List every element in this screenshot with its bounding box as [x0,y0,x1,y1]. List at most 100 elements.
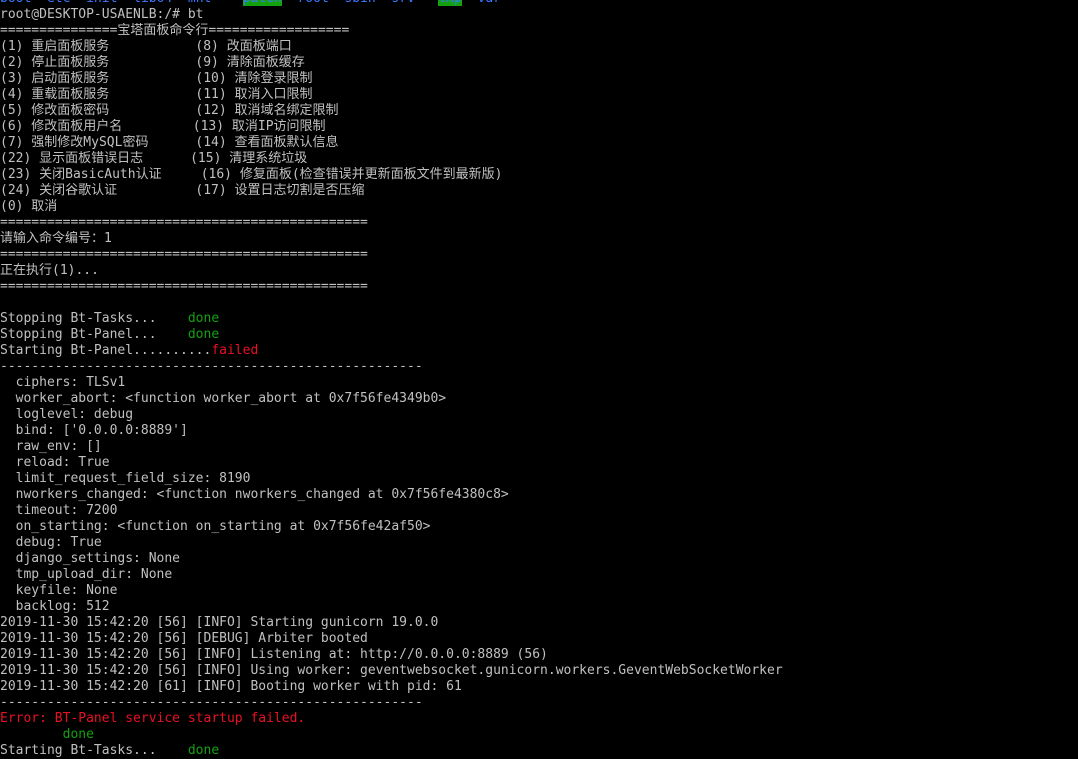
terminal-text: 2019-11-30 15:42:20 [61] [INFO] Booting … [0,679,462,694]
terminal-line: bind: ['0.0.0.0:8889'] [0,423,1078,439]
terminal-text: Starting Bt-Panel.......... [0,343,212,358]
terminal-text: patch [242,0,282,6]
terminal-line: (5) 修改面板密码 (12) 取消域名绑定限制 [0,103,1078,119]
terminal-line: (6) 修改面板用户名 (13) 取消IP访问限制 [0,119,1078,135]
terminal-line: Starting Bt-Tasks... done [0,743,1078,759]
terminal-line: 2019-11-30 15:42:20 [56] [DEBUG] Arbiter… [0,631,1078,647]
terminal-line: tmp_upload_dir: None [0,567,1078,583]
terminal-text: debug: True [0,535,102,550]
terminal-line: boot etc init lib64 mnt patch root sbin … [0,0,1078,7]
terminal-line: (22) 显示面板错误日志 (15) 清理系统垃圾 [0,151,1078,167]
terminal-line: keyfile: None [0,583,1078,599]
terminal-text: reload: True [0,455,110,470]
terminal-text: ========================================… [0,215,368,230]
terminal-text: ciphers: TLSv1 [0,375,126,390]
terminal-text: tmp [438,0,462,6]
terminal-line: debug: True [0,535,1078,551]
terminal-text: 2019-11-30 15:42:20 [56] [INFO] Starting… [0,615,439,630]
terminal-text: Stopping Bt-Tasks... [0,311,188,326]
terminal-line: loglevel: debug [0,407,1078,423]
terminal-text: (23) 关闭BasicAuth认证 (16) 修复面板(检查错误并更新面板文件… [0,167,503,182]
terminal-text: keyfile: None [0,583,118,598]
terminal-text: failed [211,343,259,358]
terminal-text: lib64 [133,0,188,6]
terminal-line: 2019-11-30 15:42:20 [56] [INFO] Listenin… [0,647,1078,663]
terminal-text: loglevel: debug [0,407,134,422]
terminal-line: (3) 启动面板服务 (10) 清除登录限制 [0,71,1078,87]
terminal-line: backlog: 512 [0,599,1078,615]
terminal-text: 2019-11-30 15:42:20 [56] [INFO] Using wo… [0,663,783,678]
terminal-line: ----------------------------------------… [0,695,1078,711]
terminal-text: (4) 重载面板服务 (11) 取消入口限制 [0,87,313,102]
terminal-text: 2019-11-30 15:42:20 [56] [DEBUG] Arbiter… [0,631,368,646]
terminal-text: root sbin srv [282,0,439,6]
terminal-line: done [0,727,1078,743]
terminal-line: (4) 重载面板服务 (11) 取消入口限制 [0,87,1078,103]
terminal-line: ========================================… [0,247,1078,263]
terminal-text: (3) 启动面板服务 (10) 清除登录限制 [0,71,313,86]
terminal-text: Stopping Bt-Panel... [0,327,188,342]
terminal-line: nworkers_changed: <function nworkers_cha… [0,487,1078,503]
terminal-line: ===============宝塔面板命令行================== [0,23,1078,39]
terminal-text: ========================================… [0,279,368,294]
terminal-text: django_settings: None [0,551,181,566]
terminal-line: 2019-11-30 15:42:20 [56] [INFO] Using wo… [0,663,1078,679]
terminal-text: (0) 取消 [0,199,58,214]
terminal-text: timeout: 7200 [0,503,118,518]
terminal-line: (24) 关闭谷歌认证 (17) 设置日志切割是否压缩 [0,183,1078,199]
terminal-line: Stopping Bt-Tasks... done [0,311,1078,327]
terminal-line: root@DESKTOP-USAENLB:/# bt [0,7,1078,23]
terminal-line: django_settings: None [0,551,1078,567]
terminal-text: 请输入命令编号：1 [0,231,112,246]
terminal-text: Error: BT-Panel service startup failed. [0,711,306,726]
terminal-line: timeout: 7200 [0,503,1078,519]
terminal-text: (6) 修改面板用户名 (13) 取消IP访问限制 [0,119,326,134]
terminal-text: worker_abort: <function worker_abort at … [0,391,447,406]
terminal-text: 2019-11-30 15:42:20 [56] [INFO] Listenin… [0,647,548,662]
terminal-text: limit_request_field_size: 8190 [0,471,251,486]
terminal-line: on_starting: <function on_starting at 0x… [0,519,1078,535]
terminal-line: Stopping Bt-Panel... done [0,327,1078,343]
terminal-window[interactable]: boot etc init lib64 mnt patch root sbin … [0,0,1078,759]
terminal-line: (2) 停止面板服务 (9) 清除面板缓存 [0,55,1078,71]
terminal-text: init [86,0,133,6]
terminal-line: (0) 取消 [0,199,1078,215]
terminal-text: 正在执行(1)... [0,263,99,278]
terminal-text: (1) 重启面板服务 (8) 改面板端口 [0,39,292,54]
terminal-text: done [187,311,220,326]
terminal-text: done [187,327,220,342]
terminal-text: ----------------------------------------… [0,359,423,374]
terminal-line: ----------------------------------------… [0,359,1078,375]
terminal-line: Starting Bt-Panel..........failed [0,343,1078,359]
terminal-text: (7) 强制修改MySQL密码 (14) 查看面板默认信息 [0,135,339,150]
terminal-text: on_starting: <function on_starting at 0x… [0,519,431,534]
terminal-text: raw_env: [] [0,439,102,454]
terminal-text: ========================================… [0,247,368,262]
terminal-line: 2019-11-30 15:42:20 [56] [INFO] Starting… [0,615,1078,631]
terminal-text: Starting Bt-Tasks... [0,743,188,758]
terminal-line: (7) 强制修改MySQL密码 (14) 查看面板默认信息 [0,135,1078,151]
terminal-line: ========================================… [0,215,1078,231]
terminal-text: bind: ['0.0.0.0:8889'] [0,423,188,438]
terminal-line: limit_request_field_size: 8190 [0,471,1078,487]
terminal-line: 正在执行(1)... [0,263,1078,279]
terminal-text: (2) 停止面板服务 (9) 清除面板缓存 [0,55,305,70]
terminal-line: 2019-11-30 15:42:20 [61] [INFO] Booting … [0,679,1078,695]
terminal-text: backlog: 512 [0,599,110,614]
terminal-line: ========================================… [0,279,1078,295]
terminal-line: raw_env: [] [0,439,1078,455]
terminal-line: (1) 重启面板服务 (8) 改面板端口 [0,39,1078,55]
terminal-text: ----------------------------------------… [0,695,423,710]
terminal-line: (23) 关闭BasicAuth认证 (16) 修复面板(检查错误并更新面板文件… [0,167,1078,183]
terminal-text: root@DESKTOP-USAENLB:/# bt [0,7,204,22]
terminal-text: ===============宝塔面板命令行================== [0,23,350,38]
terminal-text: mnt [188,0,243,6]
terminal-text: boot [0,0,47,6]
terminal-line: Error: BT-Panel service startup failed. [0,711,1078,727]
terminal-text: done [187,743,220,758]
terminal-text: (22) 显示面板错误日志 (15) 清理系统垃圾 [0,151,308,166]
terminal-text: done [62,727,94,742]
terminal-text: var [462,0,501,6]
